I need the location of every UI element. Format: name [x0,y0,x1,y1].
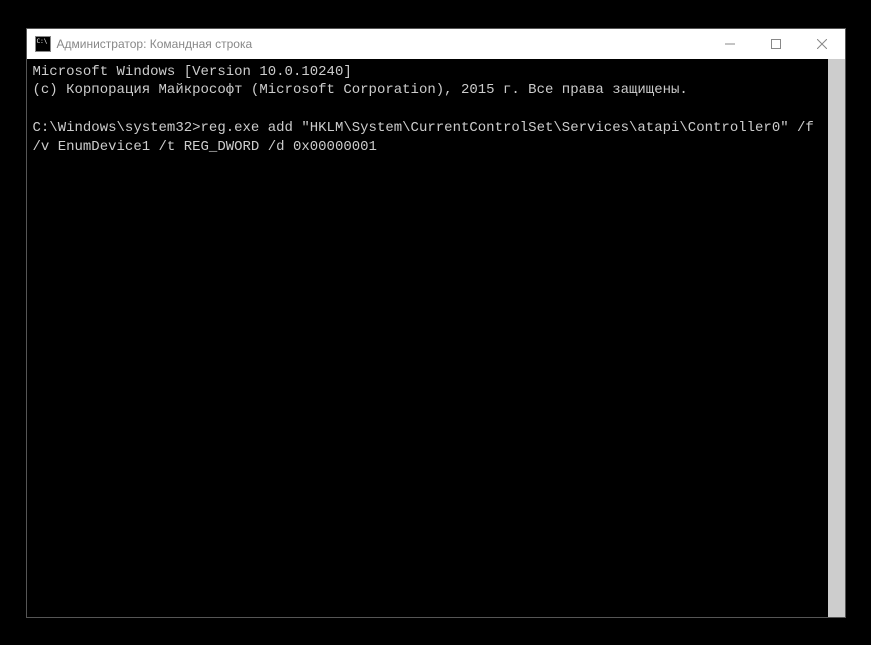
minimize-button[interactable] [707,29,753,59]
cmd-icon [35,36,51,52]
window-title: Администратор: Командная строка [57,37,253,51]
maximize-button[interactable] [753,29,799,59]
close-button[interactable] [799,29,845,59]
scrollbar-thumb[interactable] [828,59,845,617]
content-area: Microsoft Windows [Version 10.0.10240] (… [27,59,845,617]
titlebar[interactable]: Администратор: Командная строка [27,29,845,59]
terminal-prompt-line: C:\Windows\system32>reg.exe add "HKLM\Sy… [33,120,823,155]
terminal-line: (c) Корпорация Майкрософт (Microsoft Cor… [33,82,688,98]
titlebar-left: Администратор: Командная строка [35,36,253,52]
terminal-line: Microsoft Windows [Version 10.0.10240] [33,64,352,80]
window-controls [707,29,845,59]
command-prompt-window: Администратор: Командная строка Microsof… [26,28,846,618]
vertical-scrollbar[interactable] [828,59,845,617]
terminal-output[interactable]: Microsoft Windows [Version 10.0.10240] (… [27,59,828,617]
